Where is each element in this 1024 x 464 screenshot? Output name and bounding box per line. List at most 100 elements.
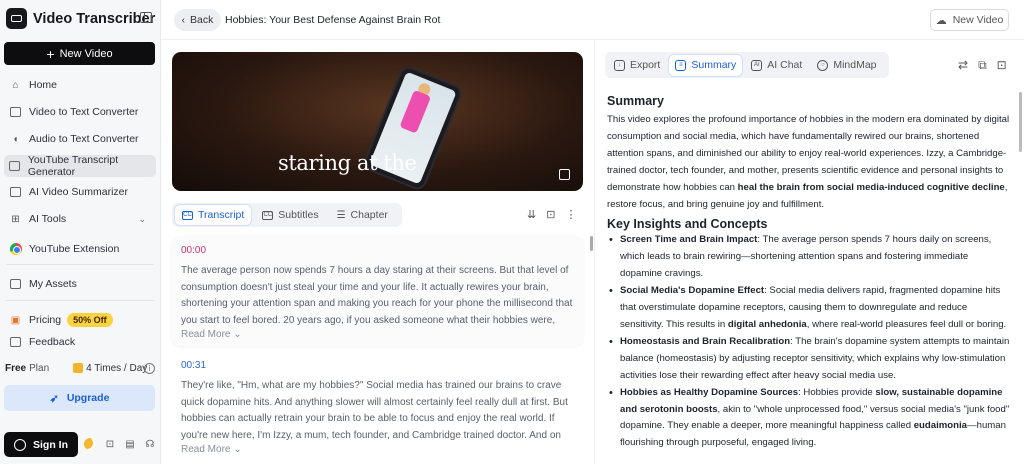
footer-icons: ⊡ ▤ ☊ <box>84 438 156 450</box>
summary-scrollbar[interactable] <box>1019 92 1022 152</box>
transcript-actions: ⇊ ⊡ ⋮ <box>527 208 576 221</box>
caption-icon <box>9 106 22 119</box>
new-video-label: New Video <box>59 47 113 60</box>
page-title: Hobbies: Your Best Defense Against Brain… <box>225 14 441 26</box>
cloud-upload-icon: ☁ <box>935 14 947 27</box>
sidebar-item-youtube-extension[interactable]: YouTube Extension <box>4 238 156 260</box>
sidebar-item-video-to-text[interactable]: Video to Text Converter <box>4 101 156 123</box>
logo-icon <box>6 8 27 29</box>
transcript-segment[interactable]: 00:00 The average person now spends 7 ho… <box>172 236 583 346</box>
insights-heading: Key Insights and Concepts <box>607 217 768 232</box>
plan-suffix: Plan <box>29 362 50 374</box>
more-icon[interactable]: ⋮ <box>565 208 576 221</box>
promo-badge: 50% Off <box>67 313 113 327</box>
upgrade-button[interactable]: ➶ Upgrade <box>4 385 155 411</box>
refresh-icon[interactable]: ⇄ <box>958 58 968 73</box>
coin-icon <box>73 363 84 373</box>
video-player[interactable]: staring at the <box>172 52 583 191</box>
segment-text: The average person now spends 7 hours a … <box>181 265 573 326</box>
sidebar-divider <box>6 264 154 265</box>
read-more-link[interactable]: Read More ⌄ <box>181 329 574 340</box>
summary-content: Summary This video explores the profound… <box>607 94 1013 452</box>
sidebar-item-feedback[interactable]: Feedback <box>4 331 156 353</box>
back-button[interactable]: ‹ Back <box>174 9 221 31</box>
chevron-left-icon: ‹ <box>181 14 185 26</box>
plan-quota: 4 Times / Day <box>73 363 147 374</box>
brand[interactable]: Video Transcriber <box>6 8 155 29</box>
tab-label: Transcript <box>198 209 245 221</box>
mindmap-icon: ○ <box>817 59 829 71</box>
tab-ai-chat[interactable]: AI AI Chat <box>745 55 808 76</box>
sidebar-item-label: Audio to Text Converter <box>29 133 139 145</box>
translate-icon[interactable]: ⊡ <box>546 208 555 221</box>
back-label: Back <box>190 14 214 26</box>
sidebar-item-audio-to-text[interactable]: ◖ Audio to Text Converter <box>4 128 156 150</box>
tab-chapter[interactable]: ☰ Chapter <box>330 205 395 225</box>
sign-in-label: Sign In <box>33 438 68 451</box>
grid-icon: ⊞ <box>11 213 20 225</box>
tab-label: Subtitles <box>278 209 319 221</box>
read-more-link[interactable]: Read More ⌄ <box>181 444 574 455</box>
sidebar-item-label: Pricing <box>29 314 62 326</box>
user-icon <box>14 438 26 451</box>
sidebar-item-my-assets[interactable]: My Assets <box>4 273 156 295</box>
segment-text: They're like, "Hm, what are my hobbies?"… <box>181 380 568 441</box>
tab-mindmap[interactable]: ○ MindMap <box>811 55 882 76</box>
segment-timestamp[interactable]: 00:00 <box>181 245 574 256</box>
headset-icon[interactable]: ☊ <box>144 438 156 450</box>
sidebar-item-label: YouTube Transcript Generator <box>27 154 119 178</box>
tab-export[interactable]: ↓ Export <box>608 55 666 76</box>
insight-item: Hobbies as Healthy Dopamine Sources: Hob… <box>607 385 1013 453</box>
export-icon: ↓ <box>614 59 625 71</box>
tab-summary[interactable]: ≡ Summary <box>669 54 743 76</box>
collapse-all-icon[interactable]: ⇊ <box>527 208 536 221</box>
sidebar-divider <box>6 300 154 301</box>
info-icon[interactable]: i <box>144 362 155 374</box>
insight-item: Homeostasis and Brain Recalibration: The… <box>607 334 1013 385</box>
sidebar-item-ai-summarizer[interactable]: AI Video Summarizer <box>4 181 156 203</box>
sidebar-item-label: Feedback <box>29 336 76 348</box>
sidebar-item-home[interactable]: ⌂ Home <box>4 74 156 96</box>
video-caption: staring at the <box>278 151 417 175</box>
chrome-icon <box>9 243 22 256</box>
new-video-top-label: New Video <box>952 14 1004 26</box>
translate-icon[interactable]: ⊡ <box>997 58 1007 73</box>
plan-label: Free <box>5 362 27 374</box>
transcript-segment[interactable]: 00:31 They're like, "Hm, what are my hob… <box>172 351 583 464</box>
sidebar-item-label: AI Video Summarizer <box>29 186 129 198</box>
tab-transcript[interactable]: CC Transcript <box>175 205 252 225</box>
document-icon[interactable]: ▤ <box>124 438 136 450</box>
chevron-down-icon: ⌄ <box>138 213 146 224</box>
rocket-icon: ➶ <box>49 392 59 405</box>
translate-icon[interactable]: ⊡ <box>104 438 116 450</box>
sidebar-item-youtube-transcript[interactable]: YouTube Transcript Generator <box>4 154 156 178</box>
sidebar-item-label: Video to Text Converter <box>29 106 139 118</box>
transcript-scrollbar[interactable] <box>590 236 593 251</box>
sidebar-item-label: My Assets <box>29 278 77 290</box>
insight-item: Social Media's Dopamine Effect: Social m… <box>607 283 1013 334</box>
sidebar-item-pricing[interactable]: ▣ Pricing 50% Off <box>4 309 156 331</box>
plus-icon: + <box>46 45 55 62</box>
fullscreen-icon[interactable] <box>559 169 570 180</box>
feedback-icon <box>9 336 22 349</box>
tab-label: Chapter <box>350 209 388 221</box>
list-icon <box>9 186 22 199</box>
transcript-tabs: CC Transcript CC Subtitles ☰ Chapter <box>172 203 402 227</box>
summary-heading: Summary <box>607 94 664 108</box>
right-panel-tabs: ↓ Export ≡ Summary AI AI Chat ○ MindMap <box>605 52 889 78</box>
tab-subtitles[interactable]: CC Subtitles <box>255 205 325 225</box>
sign-in-button[interactable]: Sign In <box>4 432 78 457</box>
sidebar-item-ai-tools[interactable]: ⊞ AI Tools ⌄ <box>4 208 156 230</box>
cc-icon: CC <box>182 210 193 220</box>
sidebar-item-label: YouTube Extension <box>29 243 120 255</box>
segment-timestamp[interactable]: 00:31 <box>181 360 574 371</box>
new-video-top-button[interactable]: ☁ New Video <box>930 9 1009 31</box>
insights-list: Screen Time and Brain Impact: The averag… <box>607 232 1013 452</box>
panel-divider <box>594 40 595 464</box>
theme-moon-icon[interactable] <box>84 438 96 450</box>
new-video-button[interactable]: + New Video <box>4 42 155 65</box>
copy-icon[interactable]: ⧉ <box>978 58 987 73</box>
sidebar-collapse-icon[interactable] <box>140 12 152 23</box>
sidebar: Video Transcriber + New Video ⌂ Home Vid… <box>0 0 161 464</box>
play-icon <box>9 160 21 173</box>
